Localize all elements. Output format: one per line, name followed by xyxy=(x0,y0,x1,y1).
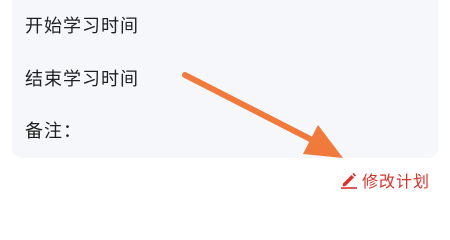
start-time-label: 开始学习时间 xyxy=(25,16,139,37)
edit-plan-button[interactable]: 修改计划 xyxy=(340,169,430,191)
edit-plan-label: 修改计划 xyxy=(362,172,431,191)
plan-info-card: 开始学习时间 结束学习时间 备注： xyxy=(12,0,438,158)
plan-details-screen: 开始学习时间 结束学习时间 备注： 修改计划 xyxy=(0,0,450,226)
end-time-label: 结束学习时间 xyxy=(25,69,139,90)
pencil-icon xyxy=(340,171,358,189)
notes-label: 备注： xyxy=(25,121,82,142)
